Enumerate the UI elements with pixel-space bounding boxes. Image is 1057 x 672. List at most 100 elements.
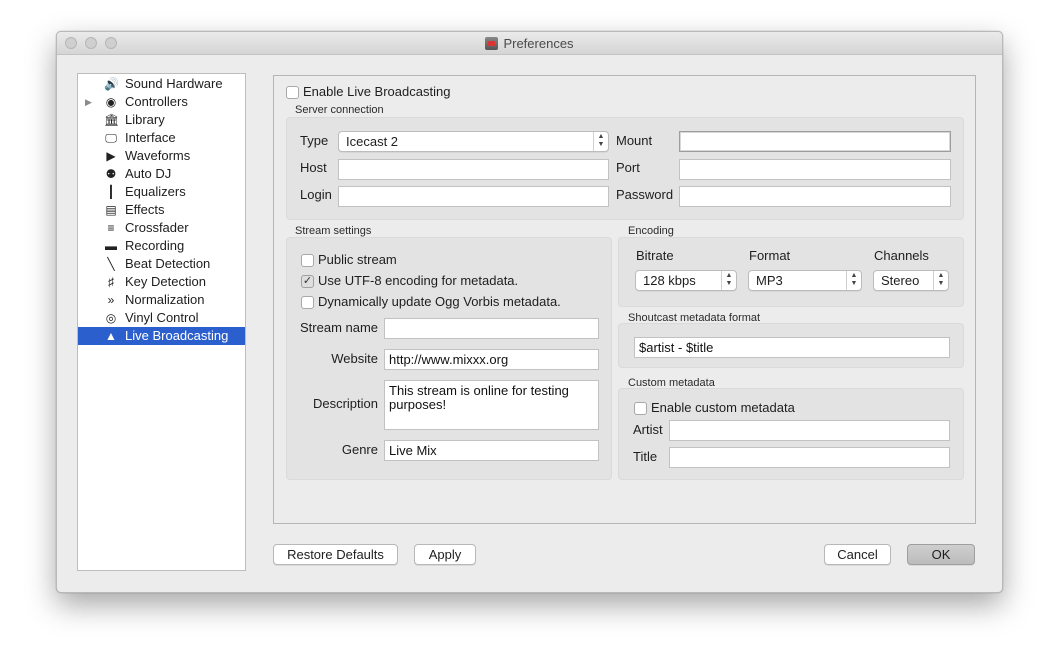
sidebar-item-library[interactable]: 🏛 Library	[78, 111, 245, 129]
waveform-icon: ▶	[106, 149, 116, 163]
sidebar-item-sound-hardware[interactable]: 🔊 Sound Hardware	[78, 75, 245, 93]
server-connection-group: Type Icecast 2 ▲ ▼ Mount Host Port Login …	[286, 117, 964, 220]
monitor-icon: 🖵	[105, 131, 117, 145]
chevron-updown-icon: ▲ ▼	[593, 132, 608, 151]
login-field[interactable]	[338, 186, 609, 207]
recording-icon: ▬	[105, 239, 117, 253]
library-icon: 🏛	[104, 113, 120, 127]
sidebar-item-label: Vinyl Control	[125, 310, 199, 325]
bitrate-label: Bitrate	[636, 248, 674, 263]
channels-select[interactable]: Stereo ▲ ▼	[873, 270, 949, 291]
stream-name-label: Stream name	[300, 320, 379, 335]
sidebar-item-recording[interactable]: ▬ Recording	[78, 237, 245, 255]
shoutcast-group: $artist - $title	[618, 323, 964, 368]
custom-metadata-group: Enable custom metadata Artist Title	[618, 388, 964, 480]
public-stream-label: Public stream	[318, 252, 397, 267]
sidebar-item-auto-dj[interactable]: ⚉ Auto DJ	[78, 165, 245, 183]
bitrate-select[interactable]: 128 kbps ▲ ▼	[635, 270, 737, 291]
ok-button[interactable]: OK	[907, 544, 975, 565]
live-broadcasting-panel: Enable Live Broadcasting Server connecti…	[273, 75, 976, 524]
broadcast-icon: ▲	[105, 329, 117, 343]
window-title: Preferences	[57, 36, 1002, 51]
sidebar-item-label: Interface	[125, 130, 176, 145]
encoding-group: Bitrate 128 kbps ▲ ▼ Format MP3 ▲ ▼ Channe…	[618, 237, 964, 307]
effects-icon: ▤	[105, 203, 117, 217]
sidebar-item-key-detection[interactable]: ♯ Key Detection	[78, 273, 245, 291]
apply-button[interactable]: Apply	[414, 544, 476, 565]
preferences-window: Preferences 🔊 Sound Hardware ▶ ◉ Controllers…	[56, 31, 1003, 593]
enable-live-broadcasting-checkbox[interactable]	[286, 86, 299, 99]
public-stream-checkbox[interactable]	[301, 254, 314, 267]
key-detection-icon: ♯	[108, 275, 114, 289]
cancel-button[interactable]: Cancel	[824, 544, 891, 565]
port-label: Port	[616, 160, 640, 175]
restore-defaults-button[interactable]: Restore Defaults	[273, 544, 398, 565]
port-field[interactable]	[679, 159, 951, 180]
sidebar-item-normalization[interactable]: » Normalization	[78, 291, 245, 309]
utf8-label: Use UTF-8 encoding for metadata.	[318, 273, 519, 288]
stream-name-field[interactable]	[384, 318, 599, 339]
enable-custom-metadata-label: Enable custom metadata	[651, 400, 795, 415]
speaker-icon: 🔊	[104, 77, 119, 91]
equalizer-icon: ┃	[107, 185, 115, 199]
description-label: Description	[312, 396, 378, 411]
bitrate-select-value: 128 kbps	[643, 273, 696, 288]
crossfader-icon: ≡	[107, 221, 115, 235]
window-title-text: Preferences	[503, 36, 574, 51]
server-connection-label: Server connection	[295, 104, 384, 116]
sidebar-item-interface[interactable]: 🖵 Interface	[78, 129, 245, 147]
stream-settings-label: Stream settings	[295, 225, 372, 237]
controller-icon: ◉	[105, 95, 117, 109]
sidebar-item-vinyl-control[interactable]: ◎ Vinyl Control	[78, 309, 245, 327]
sidebar-item-crossfader[interactable]: ≡ Crossfader	[78, 219, 245, 237]
sidebar-item-label: Sound Hardware	[125, 76, 223, 91]
disclosure-triangle-icon[interactable]: ▶	[85, 93, 92, 111]
artist-field[interactable]	[669, 420, 950, 441]
sidebar-item-beat-detection[interactable]: ╲ Beat Detection	[78, 255, 245, 273]
shoutcast-format-field[interactable]: $artist - $title	[634, 337, 950, 358]
chevron-updown-icon: ▲ ▼	[846, 271, 861, 290]
title-field[interactable]	[669, 447, 950, 468]
password-label: Password	[616, 187, 674, 202]
sidebar-item-label: Waveforms	[125, 148, 191, 163]
description-textarea[interactable]: This stream is online for testing purpos…	[384, 380, 599, 430]
robot-icon: ⚉	[105, 167, 117, 181]
type-select-value: Icecast 2	[346, 134, 399, 149]
sidebar-item-label: Normalization	[125, 292, 205, 307]
vinyl-icon: ◎	[105, 311, 117, 325]
enable-live-broadcasting-label: Enable Live Broadcasting	[303, 84, 451, 99]
sidebar-item-waveforms[interactable]: ▶ Waveforms	[78, 147, 245, 165]
sidebar-item-equalizers[interactable]: ┃ Equalizers	[78, 183, 245, 201]
app-icon	[485, 37, 499, 50]
mount-field[interactable]	[679, 131, 951, 152]
sidebar-item-label: Equalizers	[125, 184, 186, 199]
sidebar-item-label: Key Detection	[125, 274, 206, 289]
host-field[interactable]	[338, 159, 609, 180]
utf8-checkbox[interactable]: ✓	[301, 275, 314, 288]
channels-select-value: Stereo	[881, 273, 920, 288]
chevron-updown-icon: ▲ ▼	[933, 271, 948, 290]
ogg-update-checkbox[interactable]	[301, 296, 314, 309]
sidebar-item-label: Auto DJ	[125, 166, 172, 181]
sidebar-item-label: Live Broadcasting	[125, 328, 229, 343]
sidebar-item-effects[interactable]: ▤ Effects	[78, 201, 245, 219]
website-field[interactable]: http://www.mixxx.org	[384, 349, 599, 370]
artist-label: Artist	[633, 422, 663, 437]
genre-label: Genre	[341, 442, 378, 457]
genre-field[interactable]: Live Mix	[384, 440, 599, 461]
chevron-updown-icon: ▲ ▼	[721, 271, 736, 290]
beat-detection-icon: ╲	[107, 257, 115, 271]
host-label: Host	[300, 160, 327, 175]
sidebar-item-live-broadcasting[interactable]: ▲ Live Broadcasting	[78, 327, 245, 345]
website-label: Website	[331, 351, 378, 366]
password-field[interactable]	[679, 186, 951, 207]
mount-label: Mount	[616, 133, 653, 148]
format-select-value: MP3	[756, 273, 783, 288]
type-select[interactable]: Icecast 2 ▲ ▼	[338, 131, 609, 152]
format-select[interactable]: MP3 ▲ ▼	[748, 270, 862, 291]
sidebar-item-controllers[interactable]: ▶ ◉ Controllers	[78, 93, 245, 111]
normalization-icon: »	[107, 293, 115, 307]
sidebar-item-label: Recording	[125, 238, 185, 253]
format-label: Format	[749, 248, 791, 263]
enable-custom-metadata-checkbox[interactable]	[634, 402, 647, 415]
